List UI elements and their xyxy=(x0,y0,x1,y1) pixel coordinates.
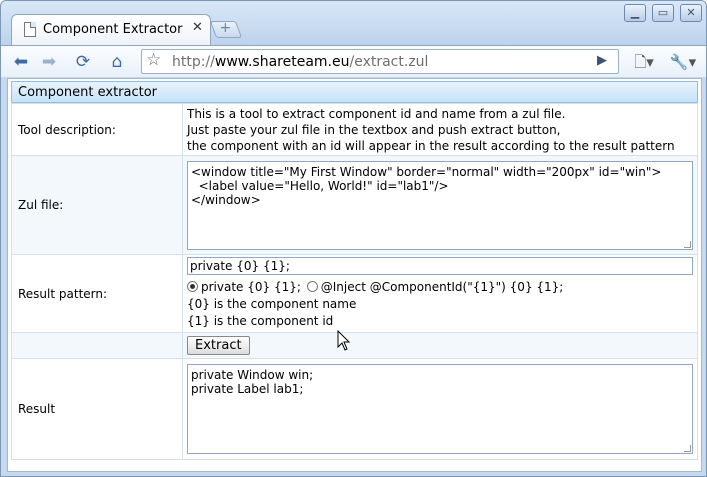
plus-icon: + xyxy=(219,20,232,36)
result-textarea[interactable]: private Window win; private Label lab1; xyxy=(187,364,693,454)
minimize-button[interactable]: ▁ xyxy=(624,4,646,22)
hint-name: {0} is the component name xyxy=(187,297,357,311)
panel-title: Component extractor xyxy=(18,85,158,100)
browser-toolbar: ⬅ ➡ ⟳ ⌂ ☆ http://www.shareteam.eu/extrac… xyxy=(1,45,706,77)
radio-inject[interactable] xyxy=(306,281,318,292)
description-line: Just paste your zul file in the textbox … xyxy=(187,122,561,137)
address-bar[interactable]: ☆ http://www.shareteam.eu/extract.zul ▶ xyxy=(141,49,619,74)
extractor-form: Tool description: This is a tool to extr… xyxy=(11,103,698,460)
wrench-icon[interactable]: 🔧▾ xyxy=(667,51,699,73)
radio-inject-label[interactable]: @Inject @ComponentId("{1}") {0} {1}; xyxy=(321,280,564,294)
extract-button[interactable]: Extract xyxy=(187,336,250,355)
radio-private-label[interactable]: private {0} {1}; xyxy=(201,280,301,294)
home-icon[interactable]: ⌂ xyxy=(105,51,129,73)
browser-window: Component Extractor ✕ + ▁ ▭ ✕ ⬅ ➡ ⟳ ⌂ ☆ … xyxy=(0,0,707,477)
description-text: This is a tool to extract component id a… xyxy=(182,103,698,156)
hint-id: {1} is the component id xyxy=(187,314,334,328)
back-icon[interactable]: ⬅ xyxy=(9,51,33,73)
row-extract: Extract xyxy=(11,332,698,359)
row-description: Tool description: This is a tool to extr… xyxy=(11,103,698,156)
maximize-button[interactable]: ▭ xyxy=(652,4,674,22)
result-label: Result xyxy=(11,358,183,460)
browser-tab[interactable]: Component Extractor ✕ xyxy=(11,14,211,45)
row-zul: Zul file: <window title="My First Window… xyxy=(11,155,698,255)
description-line: the component with an id will appear in … xyxy=(187,138,675,153)
zul-label: Zul file: xyxy=(11,155,183,255)
row-pattern: Result pattern: private {0} {1}; private… xyxy=(11,254,698,333)
row-result: Result private Window win; private Label… xyxy=(11,358,698,460)
close-window-button[interactable]: ✕ xyxy=(680,4,702,22)
mouse-cursor-icon xyxy=(337,330,351,351)
new-tab-button[interactable]: + xyxy=(209,20,243,38)
description-line: This is a tool to extract component id a… xyxy=(187,106,566,121)
close-icon[interactable]: ✕ xyxy=(192,20,203,35)
pattern-label: Result pattern: xyxy=(11,254,183,333)
radio-private[interactable] xyxy=(187,281,198,292)
page-menu-icon[interactable]: 🗋▾ xyxy=(629,51,659,73)
panel-header: Component extractor xyxy=(11,81,698,103)
url-domain: www.shareteam.eu xyxy=(214,54,350,70)
zul-textarea[interactable]: <window title="My First Window" border="… xyxy=(187,160,693,250)
description-label: Tool description: xyxy=(11,103,183,156)
star-icon[interactable]: ☆ xyxy=(146,50,161,70)
url-text: http://www.shareteam.eu/extract.zul xyxy=(172,54,428,70)
url-scheme: http:// xyxy=(172,54,215,70)
forward-icon[interactable]: ➡ xyxy=(37,51,61,73)
url-path: /extract.zul xyxy=(349,54,429,70)
page-content: Component extractor Tool description: Th… xyxy=(7,78,702,472)
pattern-options: private {0} {1}; @Inject @ComponentId("{… xyxy=(187,279,697,296)
title-bar: Component Extractor ✕ + ▁ ▭ ✕ xyxy=(1,1,706,45)
page-icon xyxy=(24,22,36,37)
tab-title: Component Extractor xyxy=(43,22,183,37)
go-icon[interactable]: ▶ xyxy=(597,53,607,68)
reload-icon[interactable]: ⟳ xyxy=(71,51,95,73)
pattern-input[interactable]: private {0} {1}; xyxy=(187,257,693,275)
